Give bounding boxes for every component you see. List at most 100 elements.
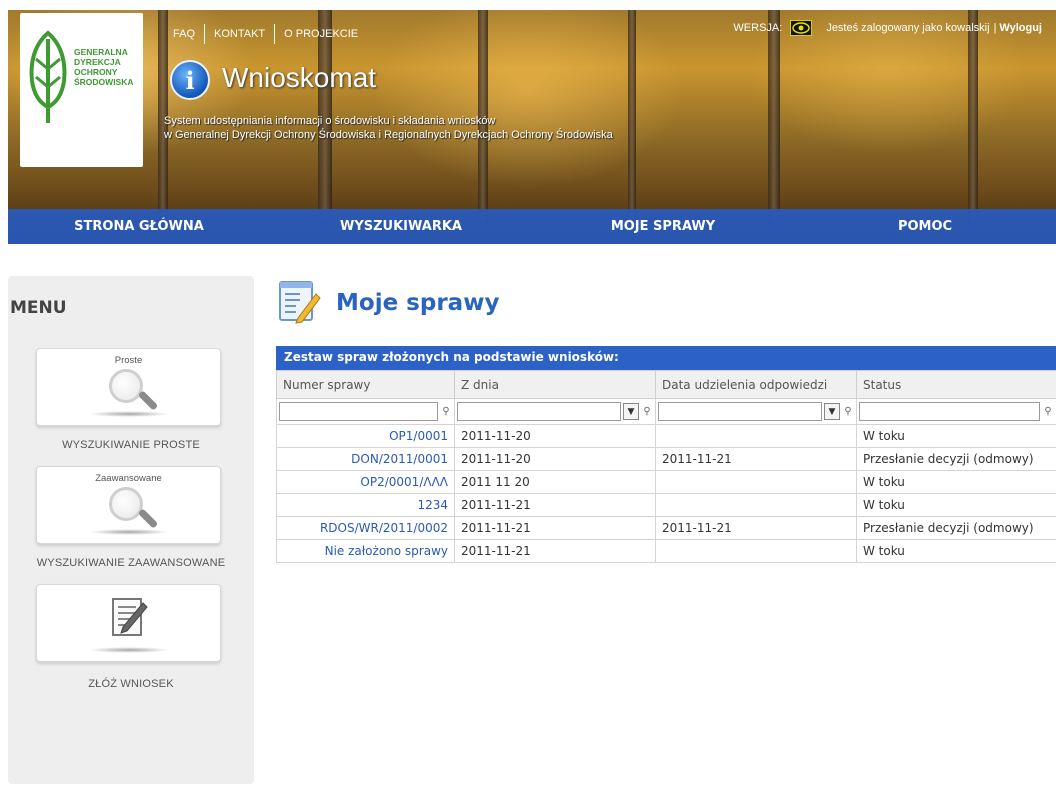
cell-z-dnia: 2011-11-20 bbox=[454, 447, 656, 471]
cell-data-odpowiedzi bbox=[655, 539, 857, 563]
table-row[interactable]: RDOS/WR/2011/0002 2011-11-21 2011-11-21 … bbox=[276, 516, 1056, 540]
nav-item-my-cases[interactable]: MOJE SPRAWY bbox=[532, 209, 794, 244]
tree-trunk bbox=[768, 10, 780, 220]
cell-z-dnia: 2011 11 20 bbox=[454, 470, 656, 494]
app-title: Wnioskomat bbox=[222, 62, 377, 93]
case-number-link[interactable]: OP1/0001 bbox=[276, 424, 455, 448]
magnifier-handle bbox=[137, 390, 159, 411]
simple-search-tile[interactable]: Proste bbox=[36, 348, 221, 426]
gdos-logo[interactable]: GENERALNA DYREKCJA OCHRONY ŚRODOWISKA bbox=[20, 13, 143, 167]
cell-status: W toku bbox=[856, 539, 1056, 563]
my-cases-icon bbox=[279, 281, 321, 324]
case-number-link[interactable]: 1234 bbox=[276, 493, 455, 517]
tile-label: Proste bbox=[114, 355, 143, 366]
cell-data-odpowiedzi: 2011-11-21 bbox=[655, 516, 857, 540]
filter-status-input[interactable] bbox=[859, 402, 1040, 421]
cell-status: W toku bbox=[856, 424, 1056, 448]
filter-cell: ⚲ bbox=[276, 398, 455, 425]
page: GENERALNA DYREKCJA OCHRONY ŚRODOWISKA FA… bbox=[8, 0, 1056, 791]
cell-data-odpowiedzi bbox=[655, 493, 857, 517]
cell-data-odpowiedzi bbox=[655, 424, 857, 448]
nav-item-home[interactable]: STRONA GŁÓWNA bbox=[8, 209, 270, 244]
filter-cell: ⚲ bbox=[856, 398, 1056, 425]
table-row[interactable]: DON/2011/0001 2011-11-20 2011-11-21 Prze… bbox=[276, 447, 1056, 471]
magnifier-icon bbox=[109, 369, 143, 403]
faq-link[interactable]: FAQ bbox=[164, 28, 204, 40]
top-links: FAQ KONTAKT O PROJEKCIE bbox=[164, 24, 367, 44]
filter-pin-icon[interactable]: ⚲ bbox=[641, 404, 653, 420]
info-icon: i bbox=[170, 60, 210, 100]
column-header-status[interactable]: Status bbox=[856, 370, 1056, 399]
logout-link[interactable]: Wyloguj bbox=[999, 22, 1042, 34]
user-bar: WERSJA: Jesteś zalogowany jako kowalskij… bbox=[733, 20, 1042, 36]
cell-status: W toku bbox=[856, 493, 1056, 517]
logo-line: GENERALNA bbox=[74, 47, 128, 57]
chevron-down-icon[interactable]: ▼ bbox=[824, 403, 840, 420]
tile-label: Zaawansowane bbox=[95, 473, 162, 484]
o-projekcie-link[interactable]: O PROJEKCIE bbox=[275, 28, 367, 40]
eye-icon[interactable] bbox=[790, 20, 813, 36]
cell-data-odpowiedzi bbox=[655, 470, 857, 494]
filter-pin-icon[interactable]: ⚲ bbox=[440, 404, 452, 420]
tile-shadow bbox=[89, 411, 169, 417]
magnifier-handle bbox=[137, 508, 159, 529]
submit-request-caption[interactable]: ZŁÓŻ WNIOSEK bbox=[8, 678, 254, 690]
tile-shadow bbox=[89, 647, 169, 653]
cell-data-odpowiedzi: 2011-11-21 bbox=[655, 447, 857, 471]
sidebar-menu: MENU Proste WYSZUKIWANIE PROSTE Zaawanso… bbox=[8, 276, 254, 784]
subtitle-line: w Generalnej Dyrekcji Ochrony Środowiska… bbox=[164, 129, 613, 141]
advanced-search-caption[interactable]: WYSZUKIWANIE ZAAWANSOWANE bbox=[8, 557, 254, 569]
table-row[interactable]: Nie założono sprawy 2011-11-21 W toku bbox=[276, 539, 1056, 563]
nav-item-search[interactable]: WYSZUKIWARKA bbox=[270, 209, 532, 244]
column-header-numer[interactable]: Numer sprawy bbox=[276, 370, 455, 399]
tree-trunk bbox=[968, 10, 978, 220]
magnifier-icon bbox=[109, 487, 143, 521]
logo-line: OCHRONY bbox=[74, 67, 118, 77]
header-banner: GENERALNA DYREKCJA OCHRONY ŚRODOWISKA FA… bbox=[8, 10, 1056, 244]
column-header-data-odpowiedzi[interactable]: Data udzielenia odpowiedzi bbox=[655, 370, 857, 399]
filter-data-odpowiedzi-input[interactable] bbox=[658, 402, 822, 421]
cell-z-dnia: 2011-11-21 bbox=[454, 539, 656, 563]
nav-item-help[interactable]: POMOC bbox=[794, 209, 1056, 244]
logged-in-text: Jesteś zalogowany jako kowalskij bbox=[826, 22, 990, 34]
table-caption: Zestaw spraw złożonych na podstawie wnio… bbox=[276, 346, 1056, 370]
tree-trunk bbox=[628, 10, 636, 220]
app-subtitle: System udostępniania informacji o środow… bbox=[164, 114, 613, 142]
cell-z-dnia: 2011-11-21 bbox=[454, 516, 656, 540]
header-row: Numer sprawy Z dnia Data udzielenia odpo… bbox=[276, 370, 1056, 399]
chevron-down-icon[interactable]: ▼ bbox=[623, 403, 639, 420]
submit-request-tile[interactable] bbox=[36, 584, 221, 662]
cell-status: Przesłanie decyzji (odmowy) bbox=[856, 447, 1056, 471]
case-number-link[interactable]: RDOS/WR/2011/0002 bbox=[276, 516, 455, 540]
case-number-link[interactable]: Nie założono sprawy bbox=[276, 539, 455, 563]
filter-numer-input[interactable] bbox=[279, 402, 438, 421]
advanced-search-tile[interactable]: Zaawansowane bbox=[36, 466, 221, 544]
case-number-link[interactable]: DON/2011/0001 bbox=[276, 447, 455, 471]
filter-cell: ▼ ⚲ bbox=[454, 398, 656, 425]
case-number-link[interactable]: OP2/0001/ΛΛΛ bbox=[276, 470, 455, 494]
filter-row: ⚲ ▼ ⚲ ▼ ⚲ ⚲ bbox=[276, 398, 1056, 425]
filter-pin-icon[interactable]: ⚲ bbox=[1042, 404, 1054, 420]
table-row[interactable]: 1234 2011-11-21 W toku bbox=[276, 493, 1056, 517]
logo-line: DYREKCJA bbox=[74, 57, 121, 67]
separator: | bbox=[993, 22, 997, 34]
table-row[interactable]: OP1/0001 2011-11-20 W toku bbox=[276, 424, 1056, 448]
menu-title: MENU bbox=[10, 298, 67, 318]
logo-text: GENERALNA DYREKCJA OCHRONY ŚRODOWISKA bbox=[74, 47, 140, 87]
simple-search-caption[interactable]: WYSZUKIWANIE PROSTE bbox=[8, 439, 254, 451]
subtitle-line: System udostępniania informacji o środow… bbox=[164, 115, 496, 127]
table-row[interactable]: OP2/0001/ΛΛΛ 2011 11 20 W toku bbox=[276, 470, 1056, 494]
cell-z-dnia: 2011-11-21 bbox=[454, 493, 656, 517]
filter-z-dnia-input[interactable] bbox=[457, 402, 621, 421]
cell-status: Przesłanie decyzji (odmowy) bbox=[856, 516, 1056, 540]
form-edit-icon bbox=[112, 598, 148, 636]
leaf-logo-icon bbox=[29, 30, 67, 123]
cell-z-dnia: 2011-11-20 bbox=[454, 424, 656, 448]
filter-pin-icon[interactable]: ⚲ bbox=[842, 404, 854, 420]
column-header-z-dnia[interactable]: Z dnia bbox=[454, 370, 656, 399]
cell-status: W toku bbox=[856, 470, 1056, 494]
main-nav: STRONA GŁÓWNA WYSZUKIWARKA MOJE SPRAWY P… bbox=[8, 209, 1056, 244]
kontakt-link[interactable]: KONTAKT bbox=[205, 28, 274, 40]
cases-grid: Numer sprawy Z dnia Data udzielenia odpo… bbox=[276, 370, 1056, 563]
cases-table: Zestaw spraw złożonych na podstawie wnio… bbox=[276, 346, 1056, 563]
